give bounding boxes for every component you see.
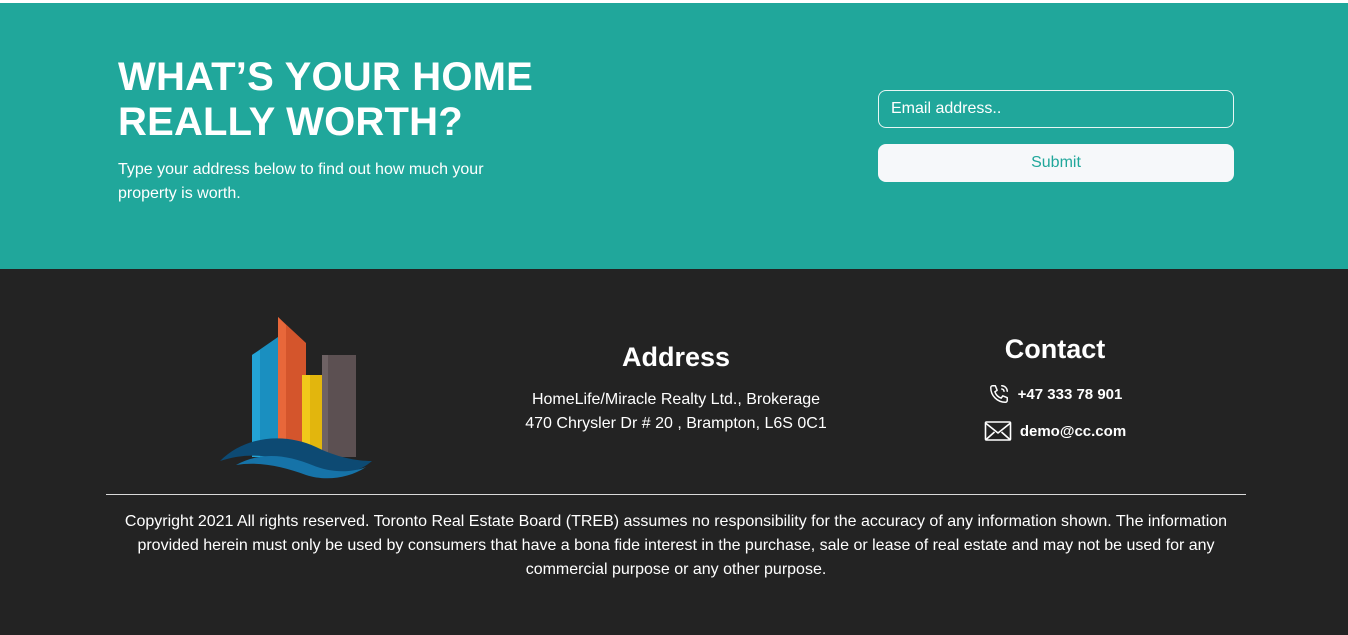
cta-title: WHAT’S YOUR HOME REALLY WORTH?: [118, 55, 534, 144]
email-address: demo@cc.com: [1019, 422, 1127, 440]
phone-row[interactable]: +47 333 78 901: [955, 383, 1155, 405]
phone-icon: [988, 383, 1010, 405]
building-wave-logo[interactable]: [216, 315, 376, 481]
address-line-1: HomeLife/Miracle Realty Ltd., Brokerage: [531, 391, 821, 408]
cta-subtitle: Type your address below to find out how …: [118, 161, 484, 202]
contact-title: Contact: [1004, 334, 1106, 364]
email-input[interactable]: [878, 90, 1234, 128]
footer: Address HomeLife/Miracle Realty Ltd., Br…: [0, 269, 1348, 635]
contact-block: Contact +47 333 78 901 demo@cc.com: [955, 331, 1155, 442]
phone-number: +47 333 78 901: [1017, 385, 1123, 403]
copyright-text: Copyright 2021 All rights reserved. Toro…: [124, 513, 1228, 578]
email-row[interactable]: demo@cc.com: [955, 420, 1155, 442]
envelope-icon: [984, 420, 1012, 442]
footer-divider: [106, 494, 1246, 495]
address-title: Address: [621, 342, 731, 372]
home-value-section: WHAT’S YOUR HOME REALLY WORTH? Type your…: [0, 3, 1348, 269]
address-line-2: 470 Chrysler Dr # 20 , Brampton, L6S 0C1: [525, 415, 827, 432]
address-lines: HomeLife/Miracle Realty Ltd., Brokerage …: [476, 388, 876, 436]
address-block: Address HomeLife/Miracle Realty Ltd., Br…: [476, 339, 876, 436]
submit-button[interactable]: Submit: [878, 144, 1234, 182]
